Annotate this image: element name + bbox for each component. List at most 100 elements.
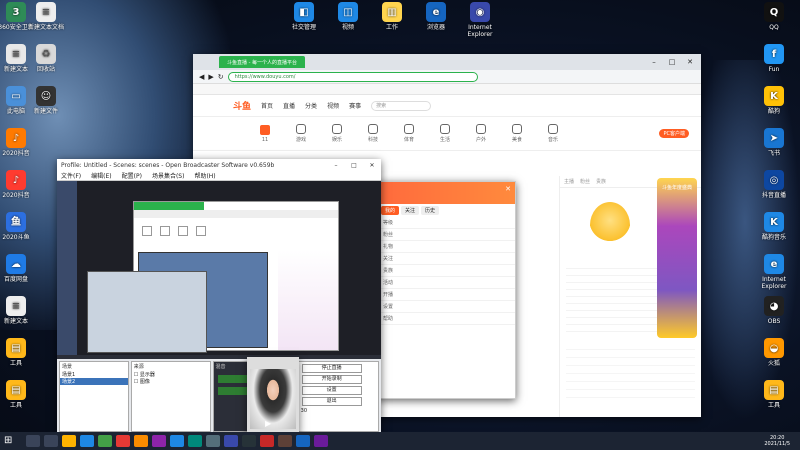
desktop-icon[interactable]: ▥ 工作 xyxy=(372,2,412,31)
pc-client-badge[interactable]: PC客户端 xyxy=(659,129,689,138)
desktop-icon[interactable]: f Fun xyxy=(754,44,794,73)
minimize-icon[interactable]: – xyxy=(649,58,659,66)
system-clock[interactable]: 20:20 2021/11/5 xyxy=(764,435,800,447)
source-item[interactable]: ☐ 图像 xyxy=(132,378,210,385)
desktop-icon[interactable]: ☁ 百度网盘 xyxy=(0,254,36,283)
category-item[interactable]: 游戏 xyxy=(291,124,311,143)
app-icon[interactable] xyxy=(296,435,310,447)
checkbox-icon[interactable]: ☐ xyxy=(134,379,138,385)
app-icon[interactable] xyxy=(152,435,166,447)
panel-row[interactable]: 设置 xyxy=(377,301,515,313)
url-input[interactable]: https://www.douyu.com/ xyxy=(227,71,478,82)
panel-row[interactable]: 开播 xyxy=(377,289,515,301)
start-record-button[interactable]: 开始录制 xyxy=(301,375,362,384)
scene-item-selected[interactable]: 场景2 xyxy=(60,378,128,385)
obs-window[interactable]: Profile: Untitled - Scenes: scenes - Ope… xyxy=(57,159,381,434)
menu-item[interactable]: 文件(F) xyxy=(61,171,81,180)
scene-item[interactable]: 场景1 xyxy=(60,371,128,378)
panel-row[interactable]: 粉丝 xyxy=(377,229,515,241)
task-view-icon[interactable] xyxy=(44,435,58,447)
category-item[interactable]: 娱乐 xyxy=(327,124,347,143)
category-item[interactable]: 美食 xyxy=(507,124,527,143)
back-icon[interactable]: ◀ xyxy=(199,73,204,81)
menu-item[interactable]: 配置(P) xyxy=(122,171,142,180)
panel-tab[interactable]: 我的 xyxy=(381,206,400,215)
app-icon[interactable] xyxy=(188,435,202,447)
panel-row[interactable]: 贵族 xyxy=(377,265,515,277)
desktop-icon[interactable]: ▤ 工具 xyxy=(0,380,36,409)
desktop-icon[interactable]: ◧ 社交管理 xyxy=(284,2,324,31)
forward-icon[interactable]: ▶ xyxy=(208,73,213,81)
site-logo[interactable]: 斗鱼 xyxy=(233,99,251,112)
close-icon[interactable]: ✕ xyxy=(367,162,377,169)
menu-item[interactable]: 编辑(E) xyxy=(91,171,111,180)
desktop-icon[interactable]: ◉ Internet Explorer xyxy=(460,2,500,38)
desktop-icon[interactable]: e Internet Explorer xyxy=(754,254,794,290)
desktop-icon[interactable]: 鱼 2020斗鱼 xyxy=(0,212,36,241)
desktop-icon[interactable]: ▤ 工具 xyxy=(0,338,36,367)
chat-tab[interactable]: 贵族 xyxy=(596,178,606,185)
category-item[interactable]: 科技 xyxy=(363,124,383,143)
category-item[interactable]: 体育 xyxy=(399,124,419,143)
desktop-icon[interactable]: ◒ 火狐 xyxy=(754,338,794,367)
close-icon[interactable]: ✕ xyxy=(505,185,511,193)
start-icon[interactable]: ⊞ xyxy=(4,435,20,447)
panel-row[interactable]: 活动 xyxy=(377,277,515,289)
desktop-icon[interactable]: e 浏览器 xyxy=(416,2,456,31)
maximize-icon[interactable]: □ xyxy=(667,58,677,66)
menu-item[interactable]: 帮助(H) xyxy=(194,171,215,180)
app-icon[interactable] xyxy=(134,435,148,447)
browser-tab[interactable]: 斗鱼直播 - 每一个人的直播平台 xyxy=(219,56,305,68)
minimize-icon[interactable]: – xyxy=(331,162,341,169)
explorer-icon[interactable] xyxy=(62,435,76,447)
desktop-icon[interactable]: ♻ 回收站 xyxy=(26,44,66,73)
camera-window[interactable]: ▶ xyxy=(247,357,299,434)
nav-item[interactable]: 赛事 xyxy=(349,101,361,110)
app-icon[interactable] xyxy=(224,435,238,447)
desktop-icon[interactable]: K 酷狗音乐 xyxy=(754,212,794,241)
site-search-input[interactable]: 搜索 xyxy=(371,100,432,111)
category-item[interactable]: 户外 xyxy=(471,124,491,143)
desktop-icon[interactable]: ♪ 2020抖音 xyxy=(0,128,36,157)
streamer-panel[interactable]: ✕ 我的 关注 历史 等级 粉丝 礼物 关注 贵族 活动 开播 设置 帮助 xyxy=(376,181,516,399)
browser-icon[interactable] xyxy=(98,435,112,447)
app-icon[interactable] xyxy=(260,435,274,447)
app-icon[interactable] xyxy=(314,435,328,447)
desktop-icon[interactable]: Q QQ xyxy=(754,2,794,31)
app-icon[interactable] xyxy=(170,435,184,447)
obs-taskbar-icon[interactable] xyxy=(242,435,256,447)
refresh-icon[interactable]: ↻ xyxy=(218,73,224,81)
source-item[interactable]: ☐ 显示器 xyxy=(132,371,210,378)
app-icon[interactable] xyxy=(278,435,292,447)
category-item[interactable]: 11 xyxy=(255,124,275,143)
media-icon[interactable] xyxy=(116,435,130,447)
desktop-icon[interactable]: ◕ OBS xyxy=(754,296,794,325)
search-icon[interactable] xyxy=(26,435,40,447)
close-icon[interactable]: ✕ xyxy=(685,58,695,66)
browser-icon[interactable] xyxy=(80,435,94,447)
settings-button[interactable]: 设置 xyxy=(301,386,362,395)
desktop-icon[interactable]: ☺ 新建文件 xyxy=(26,86,66,115)
maximize-icon[interactable]: □ xyxy=(349,162,359,169)
nav-item[interactable]: 直播 xyxy=(283,101,295,110)
chat-tab[interactable]: 粉丝 xyxy=(580,178,590,185)
desktop-icon[interactable]: K 酷狗 xyxy=(754,86,794,115)
nav-item[interactable]: 首页 xyxy=(261,101,273,110)
desktop-icon[interactable]: ≡ 新建文本 xyxy=(0,296,36,325)
exit-button[interactable]: 退出 xyxy=(301,397,362,406)
panel-tab[interactable]: 历史 xyxy=(421,206,440,215)
desktop-icon[interactable]: ♪ 2020抖音 xyxy=(0,170,36,199)
app-icon[interactable] xyxy=(206,435,220,447)
category-item[interactable]: 生活 xyxy=(435,124,455,143)
menu-item[interactable]: 场景集合(S) xyxy=(152,171,185,180)
desktop-icon[interactable]: ▤ 工具 xyxy=(754,380,794,409)
chat-tab[interactable]: 主播 xyxy=(564,178,574,185)
panel-row[interactable]: 等级 xyxy=(377,217,515,229)
panel-row[interactable]: 关注 xyxy=(377,253,515,265)
obs-preview[interactable] xyxy=(57,181,381,355)
nav-item[interactable]: 分类 xyxy=(305,101,317,110)
desktop-icon[interactable]: ◎ 抖音直播 xyxy=(754,170,794,199)
panel-row[interactable]: 礼物 xyxy=(377,241,515,253)
desktop-icon[interactable]: ➤ 飞书 xyxy=(754,128,794,157)
panel-tab[interactable]: 关注 xyxy=(401,206,420,215)
